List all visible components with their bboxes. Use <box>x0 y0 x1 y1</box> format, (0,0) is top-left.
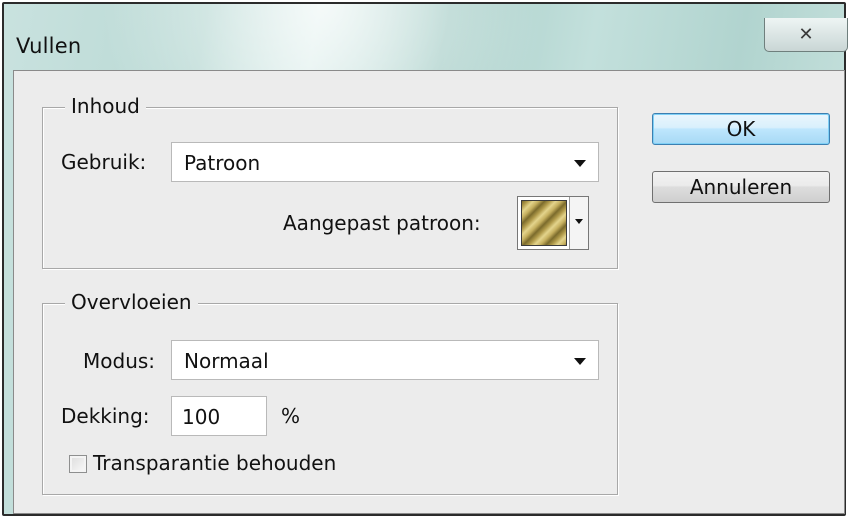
opacity-unit: % <box>281 404 301 428</box>
close-button[interactable]: ✕ <box>764 18 848 52</box>
blending-group: Overvloeien Modus: Normaal Dekking: 100 … <box>42 290 618 495</box>
contents-group: Inhoud Gebruik: Patroon Aangepast patroo… <box>42 94 618 269</box>
chevron-down-icon <box>574 358 586 365</box>
opacity-value: 100 <box>182 405 221 429</box>
cancel-button[interactable]: Annuleren <box>652 171 830 203</box>
mode-label: Modus: <box>83 349 156 373</box>
ok-button[interactable]: OK <box>652 113 830 145</box>
close-icon: ✕ <box>798 24 814 45</box>
pattern-swatch <box>521 200 567 246</box>
use-dropdown-value: Patroon <box>184 151 261 175</box>
dialog-window: Vullen ✕ Inhoud Gebruik: Patroon Aangepa… <box>2 2 848 516</box>
opacity-label: Dekking: <box>61 404 150 428</box>
pattern-dropdown-arrow-icon[interactable] <box>569 197 588 249</box>
custom-pattern-picker[interactable] <box>517 196 589 250</box>
preserve-transparency-checkbox[interactable] <box>69 455 87 473</box>
dialog-client-area: Inhoud Gebruik: Patroon Aangepast patroo… <box>13 70 845 514</box>
opacity-input[interactable]: 100 <box>171 396 267 436</box>
use-dropdown[interactable]: Patroon <box>171 142 599 182</box>
cancel-button-label: Annuleren <box>689 175 793 199</box>
mode-dropdown[interactable]: Normaal <box>171 340 599 380</box>
blending-legend: Overvloeien <box>65 290 198 314</box>
custom-pattern-label: Aangepast patroon: <box>283 211 481 235</box>
preserve-transparency-label[interactable]: Transparantie behouden <box>93 451 336 475</box>
contents-legend: Inhoud <box>65 94 146 118</box>
chevron-down-icon <box>574 160 586 167</box>
dialog-title: Vullen <box>16 34 82 58</box>
use-label: Gebruik: <box>61 150 147 174</box>
mode-dropdown-value: Normaal <box>184 349 269 373</box>
ok-button-label: OK <box>726 117 756 141</box>
